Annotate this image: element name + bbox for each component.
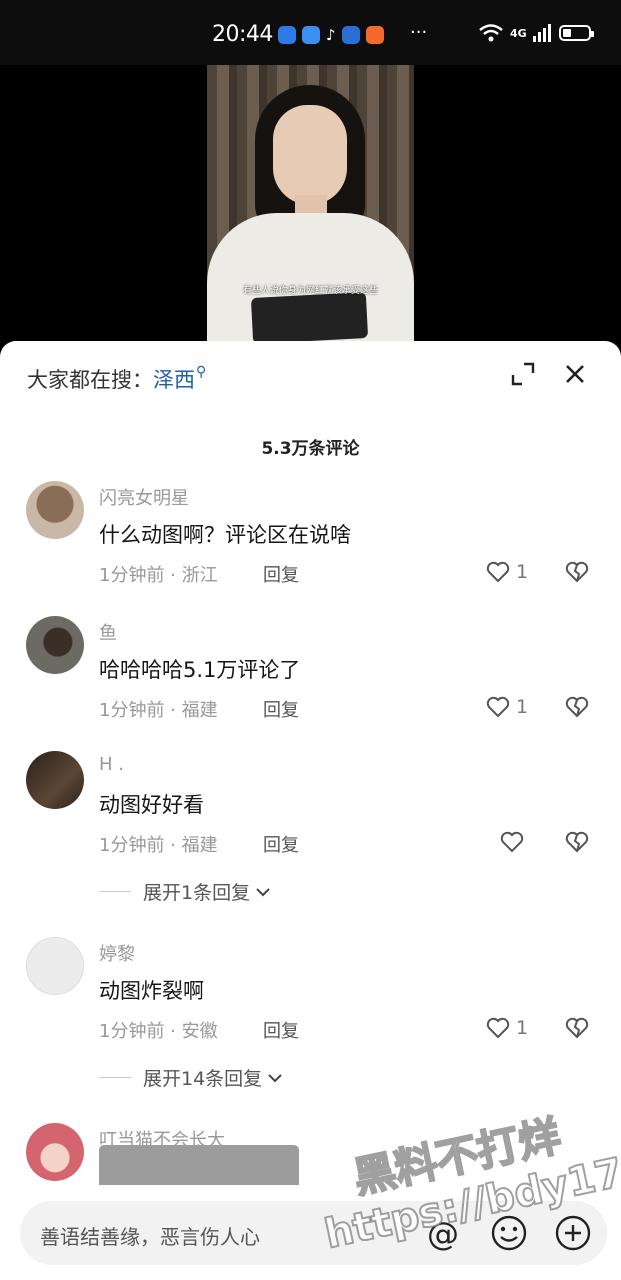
network-type: 4G bbox=[510, 26, 527, 40]
broken-heart-icon[interactable] bbox=[565, 561, 589, 583]
like-count: 1 bbox=[516, 696, 529, 718]
comment-input-bar: 善语结善缘，恶言伤人心 @ bbox=[0, 1188, 621, 1280]
heart-icon bbox=[486, 561, 510, 583]
video-subtitle: 有些人说你身为网红就该承受这些 bbox=[242, 286, 378, 296]
battery-fill bbox=[562, 29, 572, 37]
avatar[interactable] bbox=[26, 751, 84, 809]
shop-app-icon bbox=[365, 26, 384, 44]
browser-app-icon bbox=[341, 26, 360, 44]
status-time: 20:44 bbox=[212, 22, 273, 47]
comment-username[interactable]: 闪亮女明星 bbox=[99, 484, 189, 510]
expand-replies-label: 展开1条回复 bbox=[143, 882, 251, 904]
status-right: 4G bbox=[478, 24, 594, 42]
avatar[interactable] bbox=[26, 937, 84, 995]
broken-heart-icon[interactable] bbox=[565, 1017, 589, 1039]
expand-replies-button[interactable]: 展开14条回复 bbox=[99, 1064, 284, 1091]
comment-image[interactable] bbox=[99, 1145, 299, 1185]
heart-icon bbox=[500, 831, 524, 853]
comment-username[interactable]: 婷黎 bbox=[99, 940, 135, 966]
comment-text: 哈哈哈哈5.1万评论了 bbox=[99, 658, 301, 682]
broken-heart-icon[interactable] bbox=[565, 831, 589, 853]
search-keyword[interactable]: 泽西 bbox=[153, 368, 195, 392]
avatar[interactable] bbox=[26, 481, 84, 539]
search-icon: ⚲ bbox=[196, 364, 207, 380]
comment-input-placeholder: 善语结善缘，恶言伤人心 bbox=[40, 1225, 260, 1249]
more-notifications-icon: ··· bbox=[410, 22, 428, 43]
search-label: 大家都在搜： bbox=[27, 368, 153, 392]
message-app-icon bbox=[302, 26, 320, 44]
status-bar: 20:44 ♪ ··· 4G bbox=[0, 0, 621, 65]
reply-button[interactable]: 回复 bbox=[263, 561, 299, 587]
reply-button[interactable]: 回复 bbox=[263, 696, 299, 722]
comment-username[interactable]: 鱼 bbox=[99, 619, 117, 645]
like-button[interactable]: 1 bbox=[486, 1017, 528, 1039]
reply-button[interactable]: 回复 bbox=[263, 1017, 299, 1043]
close-icon[interactable] bbox=[562, 361, 588, 387]
chevron-down-icon bbox=[268, 1073, 282, 1082]
expand-replies-label: 展开14条回复 bbox=[143, 1068, 263, 1090]
avatar[interactable] bbox=[26, 1123, 84, 1181]
tiktok-icon: ♪ bbox=[326, 26, 336, 44]
comments-sheet: 大家都在搜：泽西⚲ 5.3万条评论 闪亮女明星 什么动图啊？评论区在说啥 1分钟… bbox=[0, 341, 621, 1280]
comment-text: 什么动图啊？评论区在说啥 bbox=[99, 523, 351, 547]
comment-meta: 1分钟前 · 福建 bbox=[99, 835, 218, 856]
trending-search[interactable]: 大家都在搜：泽西⚲ bbox=[27, 364, 206, 394]
comment-text: 动图炸裂啊 bbox=[99, 979, 204, 1003]
expand-replies-button[interactable]: 展开1条回复 bbox=[99, 878, 272, 905]
video-player[interactable]: 有些人说你身为网红就该承受这些 bbox=[207, 65, 414, 341]
comment-username[interactable]: H . bbox=[99, 754, 124, 775]
like-button[interactable]: 1 bbox=[486, 561, 528, 583]
mention-button[interactable]: @ bbox=[427, 1215, 459, 1253]
signal-icon bbox=[532, 24, 551, 42]
comment-meta: 1分钟前 · 安徽 bbox=[99, 1021, 218, 1042]
battery-icon bbox=[558, 25, 594, 41]
like-button[interactable]: 1 bbox=[486, 696, 528, 718]
comment-meta: 1分钟前 · 浙江 bbox=[99, 565, 218, 586]
chevron-down-icon bbox=[256, 887, 270, 896]
emoji-icon[interactable] bbox=[490, 1214, 528, 1252]
expand-icon[interactable] bbox=[510, 361, 536, 387]
broken-heart-icon[interactable] bbox=[565, 696, 589, 718]
add-icon[interactable] bbox=[554, 1214, 592, 1252]
avatar[interactable] bbox=[26, 616, 84, 674]
comment-input[interactable]: 善语结善缘，恶言伤人心 @ bbox=[20, 1201, 607, 1265]
heart-icon bbox=[486, 1017, 510, 1039]
notification-icons: ♪ bbox=[278, 26, 384, 44]
heart-icon bbox=[486, 696, 510, 718]
shield-app-icon bbox=[278, 26, 296, 44]
comment-text: 动图好好看 bbox=[99, 793, 204, 817]
like-count: 1 bbox=[516, 561, 529, 583]
like-button[interactable] bbox=[500, 831, 524, 853]
comment-count: 5.3万条评论 bbox=[261, 439, 360, 459]
comment-meta: 1分钟前 · 福建 bbox=[99, 700, 218, 721]
wifi-icon bbox=[479, 24, 503, 42]
reply-button[interactable]: 回复 bbox=[263, 831, 299, 857]
like-count: 1 bbox=[516, 1017, 529, 1039]
